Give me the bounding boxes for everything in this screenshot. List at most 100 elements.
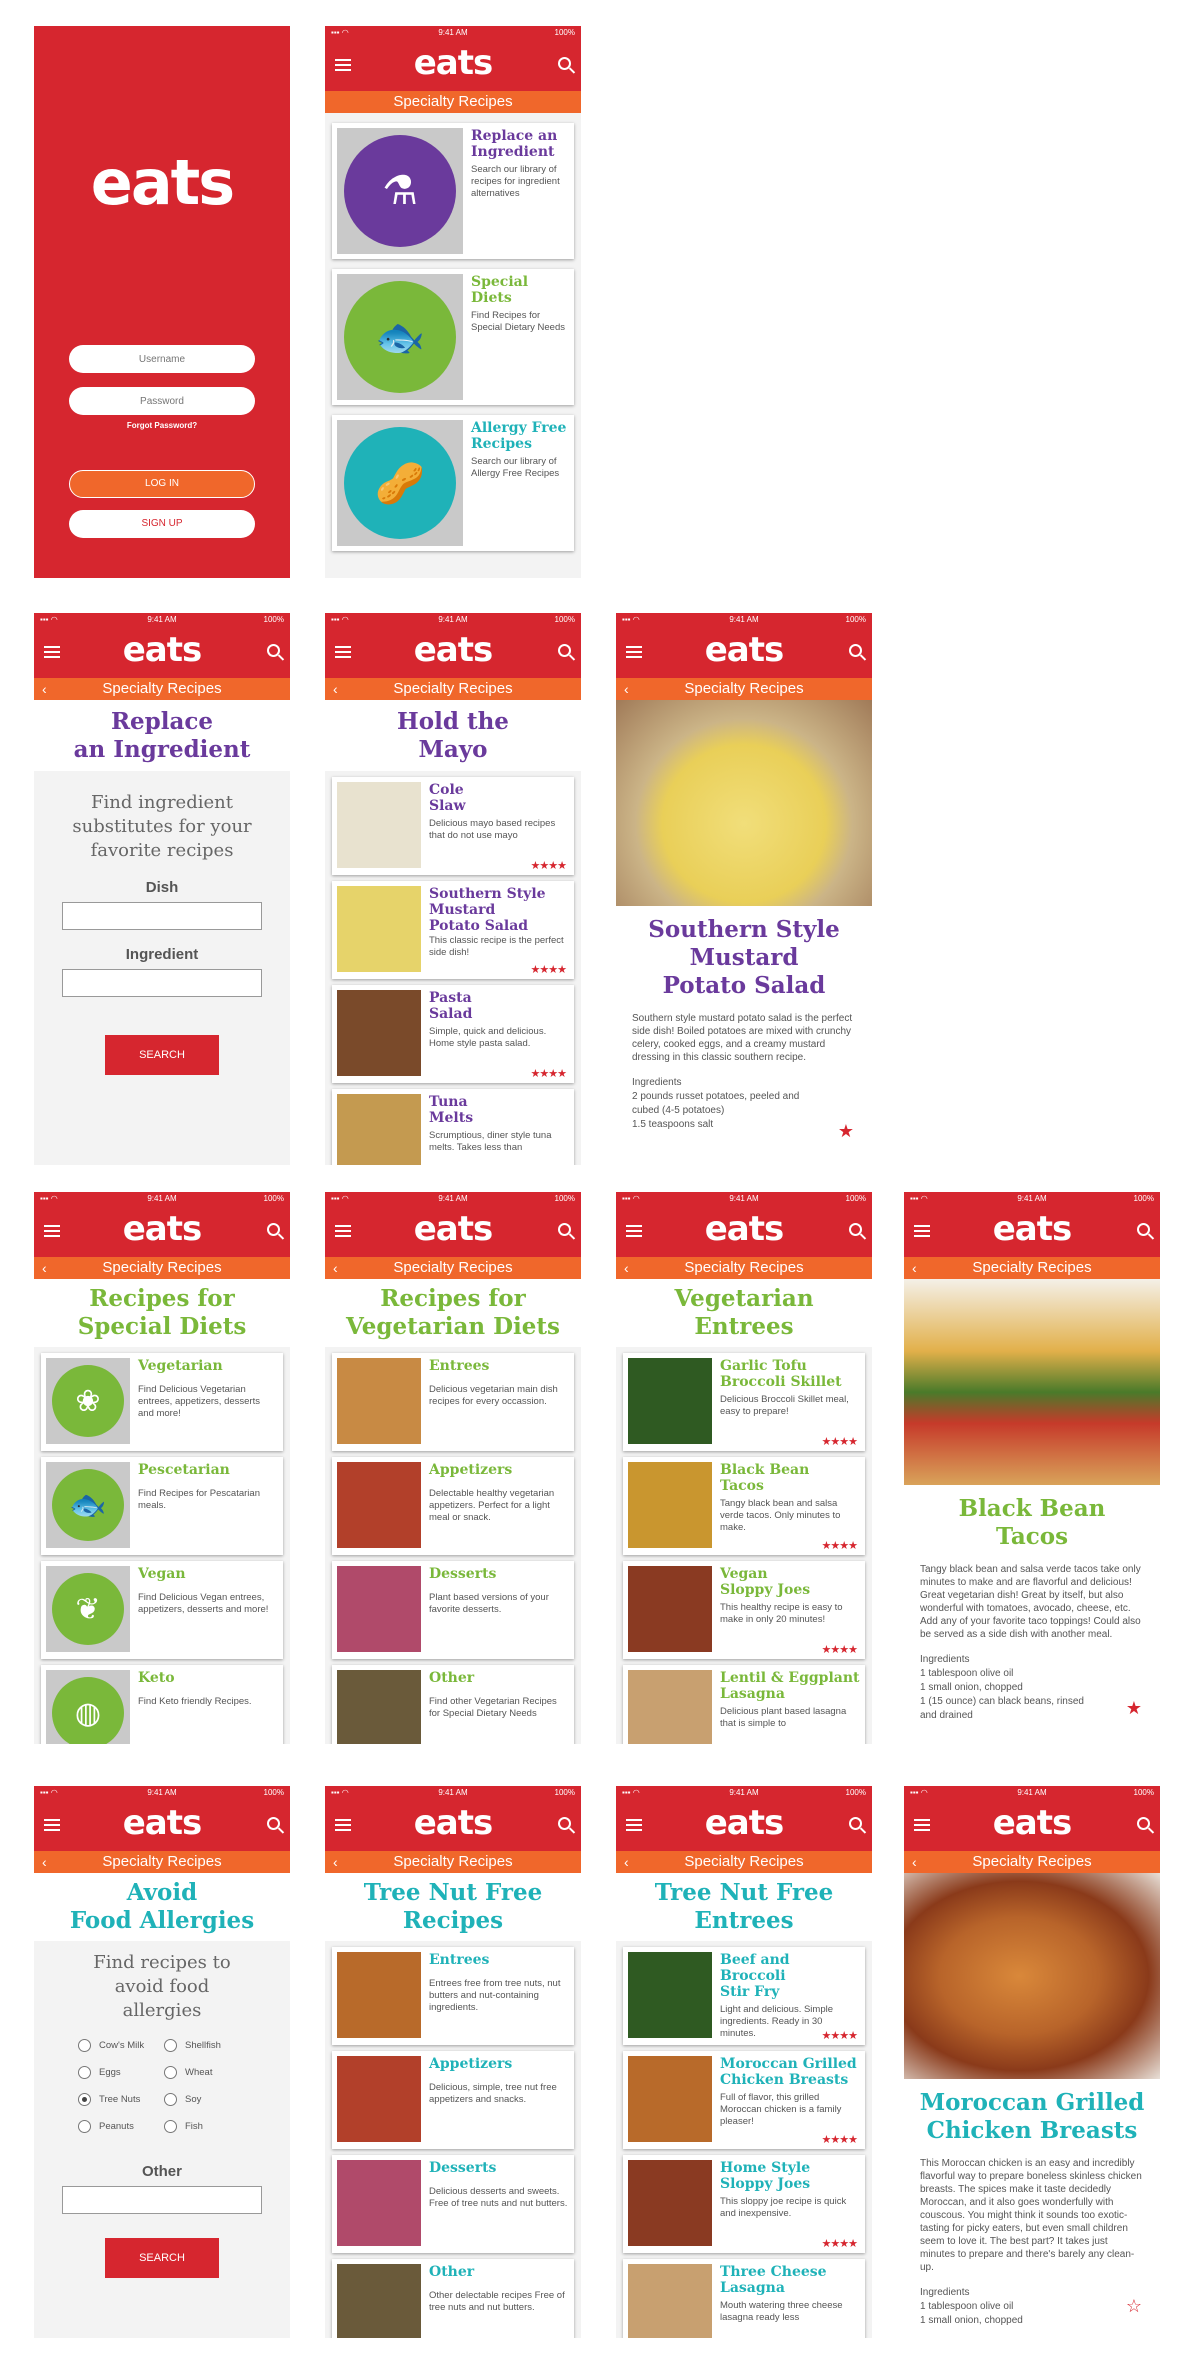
- favorite-star-icon[interactable]: ★: [838, 1121, 854, 1142]
- chevron-left-icon[interactable]: ‹: [333, 1257, 338, 1279]
- potato-salad-screen: ▪▪▪ ◠ 9:41 AM 100% eats ‹ Specialty Recipes…: [616, 613, 872, 1165]
- category-card[interactable]: Appetizers Delectable healthy vegetarian …: [332, 1457, 574, 1555]
- chevron-left-icon[interactable]: ‹: [333, 678, 338, 700]
- diet-card-keto[interactable]: ◍ Keto Find Keto friendly Recipes.: [41, 1665, 283, 1744]
- category-card[interactable]: Desserts Plant based versions of your fav…: [332, 1561, 574, 1659]
- hamburger-icon[interactable]: [626, 1819, 642, 1831]
- ingredient-input[interactable]: [62, 969, 262, 997]
- ingredient-item: 2 pounds russet potatoes, peeled and cub…: [632, 1091, 800, 1116]
- hamburger-icon[interactable]: [44, 1225, 60, 1237]
- app-logo: eats: [704, 1803, 785, 1843]
- chevron-left-icon[interactable]: ‹: [912, 1851, 917, 1873]
- other-input[interactable]: [62, 2186, 262, 2214]
- search-icon[interactable]: [267, 1816, 280, 1830]
- category-card[interactable]: Appetizers Delicious, simple, tree nut fr…: [332, 2051, 574, 2149]
- chevron-left-icon[interactable]: ‹: [624, 1851, 629, 1873]
- hamburger-icon[interactable]: [335, 59, 351, 71]
- radio-button-selected[interactable]: [78, 2093, 91, 2106]
- username-field[interactable]: [69, 345, 255, 373]
- special-diets-card[interactable]: 🐟 Special Diets Find Recipes for Special …: [332, 269, 574, 405]
- radio-shellfish[interactable]: Shellfish: [164, 2039, 250, 2052]
- radio-eggs[interactable]: Eggs: [78, 2066, 164, 2079]
- recipe-card[interactable]: Lentil & Eggplant Lasagna Delicious plant …: [623, 1665, 865, 1744]
- recipe-card[interactable]: Home Style Sloppy Joes This sloppy joe rec…: [623, 2155, 865, 2253]
- search-icon[interactable]: [558, 56, 571, 70]
- recipe-card[interactable]: Moroccan Grilled Chicken Breasts Full of f…: [623, 2051, 865, 2149]
- radio-tree-nuts[interactable]: Tree Nuts: [78, 2093, 164, 2106]
- forgot-password-link[interactable]: Forgot Password?: [34, 421, 290, 430]
- recipe-card[interactable]: Cole Slaw Delicious mayo based recipes tha…: [332, 777, 574, 875]
- hamburger-icon[interactable]: [626, 646, 642, 658]
- radio-button[interactable]: [164, 2093, 177, 2106]
- recipe-card[interactable]: Three Cheese Lasagna Mouth watering three …: [623, 2259, 865, 2338]
- hamburger-icon[interactable]: [335, 646, 351, 658]
- hamburger-icon[interactable]: [335, 1819, 351, 1831]
- hamburger-icon[interactable]: [914, 1225, 930, 1237]
- hamburger-icon[interactable]: [335, 1225, 351, 1237]
- chevron-left-icon[interactable]: ‹: [912, 1257, 917, 1279]
- diet-card-pescetarian[interactable]: 🐟 Pescetarian Find Recipes for Pescatarian…: [41, 1457, 283, 1555]
- dish-input[interactable]: [62, 902, 262, 930]
- recipe-card[interactable]: Beef and Broccoli Stir Fry Light and delic…: [623, 1947, 865, 2045]
- search-icon[interactable]: [1137, 1222, 1150, 1236]
- search-button[interactable]: SEARCH: [105, 2238, 219, 2278]
- radio-fish[interactable]: Fish: [164, 2120, 250, 2133]
- hamburger-icon[interactable]: [44, 1819, 60, 1831]
- radio-wheat[interactable]: Wheat: [164, 2066, 250, 2079]
- chevron-left-icon[interactable]: ‹: [42, 678, 47, 700]
- search-icon[interactable]: [849, 643, 862, 657]
- category-card[interactable]: Entrees Entrees free from tree nuts, nut …: [332, 1947, 574, 2045]
- hamburger-icon[interactable]: [44, 646, 60, 658]
- radio-soy[interactable]: Soy: [164, 2093, 250, 2106]
- category-card[interactable]: Desserts Delicious desserts and sweets. F…: [332, 2155, 574, 2253]
- app-logo: eats: [992, 1209, 1073, 1249]
- category-card[interactable]: Entrees Delicious vegetarian main dish re…: [332, 1353, 574, 1451]
- recipe-card[interactable]: Garlic Tofu Broccoli Skillet Delicious Bro…: [623, 1353, 865, 1451]
- category-card[interactable]: Other Other delectable recipes Free of tr…: [332, 2259, 574, 2338]
- search-icon[interactable]: [558, 1222, 571, 1236]
- search-icon[interactable]: [849, 1816, 862, 1830]
- recipe-description: Tangy black bean and salsa verde tacos t…: [920, 1564, 1141, 1640]
- search-icon[interactable]: [849, 1222, 862, 1236]
- search-icon[interactable]: [1137, 1816, 1150, 1830]
- password-field[interactable]: [69, 387, 255, 415]
- recipe-card[interactable]: Tuna Melts Scrumptious, diner style tuna m…: [332, 1089, 574, 1165]
- radio-peanuts[interactable]: Peanuts: [78, 2120, 164, 2133]
- recipe-photo: [628, 2160, 712, 2246]
- chevron-left-icon[interactable]: ‹: [624, 678, 629, 700]
- search-icon[interactable]: [267, 1222, 280, 1236]
- radio-button[interactable]: [78, 2039, 91, 2052]
- allergy-free-card[interactable]: 🥜 Allergy Free Recipes Search our library…: [332, 415, 574, 551]
- radio-button[interactable]: [164, 2039, 177, 2052]
- hamburger-icon[interactable]: [914, 1819, 930, 1831]
- hamburger-icon[interactable]: [626, 1225, 642, 1237]
- category-card[interactable]: Other Find other Vegetarian Recipes for S…: [332, 1665, 574, 1744]
- favorite-star-outline-icon[interactable]: ☆: [1126, 2296, 1142, 2317]
- radio-button[interactable]: [78, 2066, 91, 2079]
- radio-cows-milk[interactable]: Cow's Milk: [78, 2039, 164, 2052]
- favorite-star-icon[interactable]: ★: [1126, 1698, 1142, 1719]
- search-icon[interactable]: [558, 643, 571, 657]
- recipe-card[interactable]: Vegan Sloppy Joes This healthy recipe is e…: [623, 1561, 865, 1659]
- recipe-card[interactable]: Pasta Salad Simple, quick and delicious. H…: [332, 985, 574, 1083]
- diet-card-vegetarian[interactable]: ❀ Vegetarian Find Delicious Vegetarian ent…: [41, 1353, 283, 1451]
- replace-ingredient-card[interactable]: ⚗ Replace an Ingredient Search our librar…: [332, 123, 574, 259]
- chevron-left-icon[interactable]: ‹: [42, 1257, 47, 1279]
- radio-button[interactable]: [78, 2120, 91, 2133]
- chevron-left-icon[interactable]: ‹: [333, 1851, 338, 1873]
- app-header: eats: [325, 1799, 581, 1851]
- chevron-left-icon[interactable]: ‹: [624, 1257, 629, 1279]
- recipe-card[interactable]: Southern Style Mustard Potato Salad This cl…: [332, 881, 574, 979]
- radio-button[interactable]: [164, 2120, 177, 2133]
- app-header: eats: [616, 1205, 872, 1257]
- chevron-left-icon[interactable]: ‹: [42, 1851, 47, 1873]
- search-icon[interactable]: [267, 643, 280, 657]
- signup-button[interactable]: SIGN UP: [69, 510, 255, 538]
- search-button[interactable]: SEARCH: [105, 1035, 219, 1075]
- diet-card-vegan[interactable]: ❦ Vegan Find Delicious Vegan entrees, appe…: [41, 1561, 283, 1659]
- login-button[interactable]: LOG IN: [69, 470, 255, 498]
- recipe-card[interactable]: Black Bean Tacos Tangy black bean and sals…: [623, 1457, 865, 1555]
- search-icon[interactable]: [558, 1816, 571, 1830]
- radio-button[interactable]: [164, 2066, 177, 2079]
- rating-stars: ★★★★: [821, 2134, 858, 2146]
